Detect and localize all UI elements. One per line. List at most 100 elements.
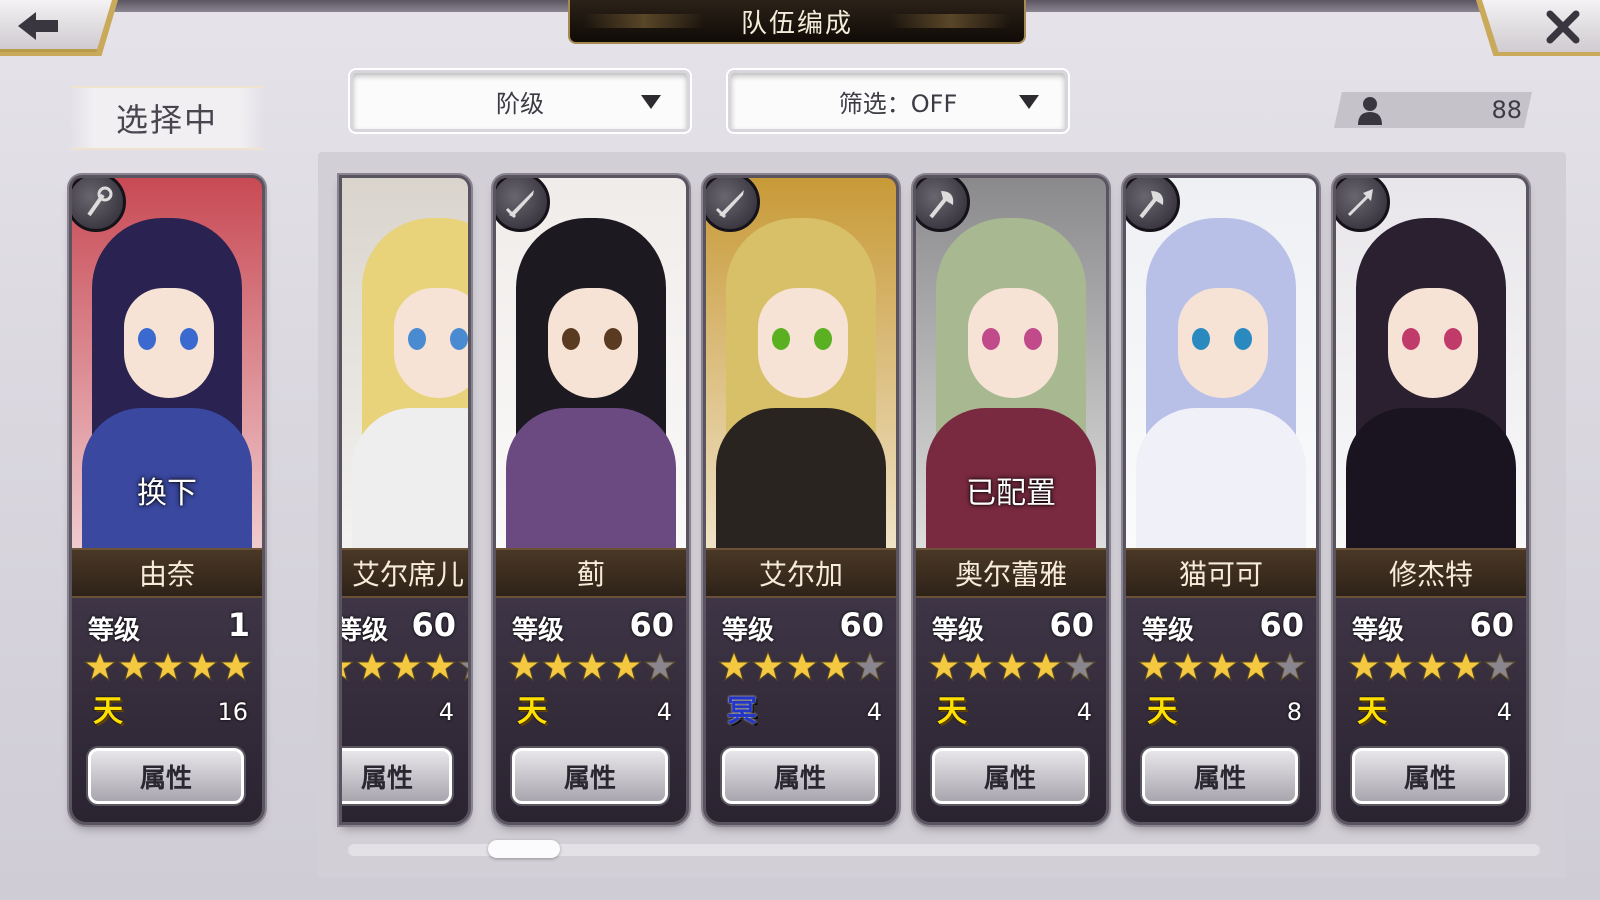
attribute-button[interactable]: 属性: [932, 748, 1088, 804]
axe-icon: [929, 191, 954, 219]
star-rating: [1348, 650, 1516, 682]
level-label: 等级: [932, 616, 985, 646]
star-filled-icon: [576, 650, 608, 682]
rarity-badge: [360, 694, 396, 730]
portrait-eye: [1402, 328, 1420, 350]
portrait-eye: [450, 328, 468, 350]
portrait-eye: [180, 328, 198, 350]
chevron-down-icon: [1019, 95, 1039, 109]
unit-card[interactable]: 艾尔加 等级 60 冥 4 属性: [706, 178, 896, 822]
portrait-body: [716, 408, 886, 548]
star-filled-icon: [786, 650, 818, 682]
portrait-face: [968, 288, 1058, 398]
star-filled-icon: [1206, 650, 1238, 682]
unit-portrait[interactable]: 换下: [72, 178, 262, 548]
unit-card[interactable]: 猫可可 等级 60 天 8 属性: [1126, 178, 1316, 822]
star-rating: [928, 650, 1096, 682]
star-rating: [84, 650, 252, 682]
unit-portrait[interactable]: [706, 178, 896, 548]
portrait-eye: [1444, 328, 1462, 350]
unit-stats: 等级 60 天 4 属性: [1336, 598, 1526, 822]
star-filled-icon: [84, 650, 116, 682]
star-rating: [1138, 650, 1306, 682]
level-label: 等级: [1352, 616, 1405, 646]
star-filled-icon: [390, 650, 422, 682]
unit-stats: 等级 60 冥 4 属性: [706, 598, 896, 822]
unit-card[interactable]: 艾尔席儿 等级 60 4 属性: [342, 178, 468, 822]
portrait-body: [352, 408, 468, 548]
attribute-button[interactable]: 属性: [1352, 748, 1508, 804]
star-filled-icon: [1382, 650, 1414, 682]
star-filled-icon: [1172, 650, 1204, 682]
star-filled-icon: [118, 650, 150, 682]
unit-cost: 4: [1496, 698, 1512, 726]
unit-cost: 4: [866, 698, 882, 726]
staff-icon: [87, 186, 113, 217]
star-empty-icon: [1484, 650, 1516, 682]
star-filled-icon: [1416, 650, 1448, 682]
unit-stats: 等级 60 4 属性: [342, 598, 468, 822]
unit-portrait[interactable]: 已配置: [916, 178, 1106, 548]
attribute-button[interactable]: 属性: [512, 748, 668, 804]
star-filled-icon: [542, 650, 574, 682]
close-icon: [1546, 10, 1580, 44]
unit-cost: 8: [1286, 698, 1302, 726]
portrait-body: [1346, 408, 1516, 548]
star-filled-icon: [342, 660, 354, 682]
unit-cost: 4: [1076, 698, 1092, 726]
unit-stats: 等级 60 天 4 属性: [916, 598, 1106, 822]
title-plate: 队伍编成: [568, 0, 1026, 44]
back-button[interactable]: [0, 0, 112, 52]
unit-status-overlay: 已配置: [966, 476, 1056, 511]
unit-card[interactable]: 蓟 等级 60 天 4 属性: [496, 178, 686, 822]
unit-portrait[interactable]: [496, 178, 686, 548]
level-label: 等级: [722, 616, 775, 646]
level-label: 等级: [1142, 616, 1195, 646]
rarity-badge: 天: [93, 694, 123, 729]
level-label: 等级: [88, 616, 141, 646]
portrait-face: [1388, 288, 1478, 398]
unit-card[interactable]: 修杰特 等级 60 天 4 属性: [1336, 178, 1526, 822]
attribute-button[interactable]: 属性: [342, 748, 452, 804]
unit-stats: 等级 1 天 16 属性: [72, 598, 262, 822]
unit-portrait[interactable]: [342, 178, 468, 548]
close-button[interactable]: [1482, 0, 1600, 52]
attribute-button[interactable]: 属性: [88, 748, 244, 804]
unit-portrait[interactable]: [1126, 178, 1316, 548]
unit-name: 由奈: [72, 548, 262, 598]
level-value: 60: [1049, 606, 1094, 644]
filter-dropdown[interactable]: 筛选：OFF: [728, 70, 1068, 132]
star-filled-icon: [220, 650, 252, 682]
star-filled-icon: [1240, 650, 1272, 682]
star-filled-icon: [186, 650, 218, 682]
rarity-badge: 天: [1357, 694, 1387, 729]
star-filled-icon: [962, 650, 994, 682]
portrait-eye: [138, 328, 156, 350]
axe-icon: [1139, 191, 1164, 219]
star-empty-icon: [854, 650, 886, 682]
sword-icon: [505, 190, 534, 219]
attribute-button[interactable]: 属性: [1142, 748, 1298, 804]
star-filled-icon: [1450, 650, 1482, 682]
person-icon: [1358, 97, 1382, 125]
rarity-badge: 冥: [727, 694, 757, 729]
star-filled-icon: [424, 650, 456, 682]
star-filled-icon: [928, 650, 960, 682]
unit-portrait[interactable]: [1336, 178, 1526, 548]
star-empty-icon: [644, 650, 676, 682]
unit-card[interactable]: 已配置 奥尔蕾雅 等级 60 天 4 属性: [916, 178, 1106, 822]
star-empty-icon: [458, 661, 468, 682]
selected-slot-label: 选择中: [70, 86, 264, 150]
star-filled-icon: [996, 650, 1028, 682]
unit-card[interactable]: 换下 由奈 等级 1 天 16 属性: [72, 178, 262, 822]
attribute-button[interactable]: 属性: [722, 748, 878, 804]
star-filled-icon: [752, 650, 784, 682]
portrait-eye: [604, 328, 622, 350]
arrow-left-icon: [18, 12, 58, 40]
unit-name: 蓟: [496, 548, 686, 598]
unit-cost: 4: [656, 698, 672, 726]
level-value: 60: [411, 606, 456, 644]
sort-dropdown[interactable]: 阶级: [350, 70, 690, 132]
roster-scrollbar-thumb[interactable]: [488, 840, 560, 858]
unit-name: 猫可可: [1126, 548, 1316, 598]
